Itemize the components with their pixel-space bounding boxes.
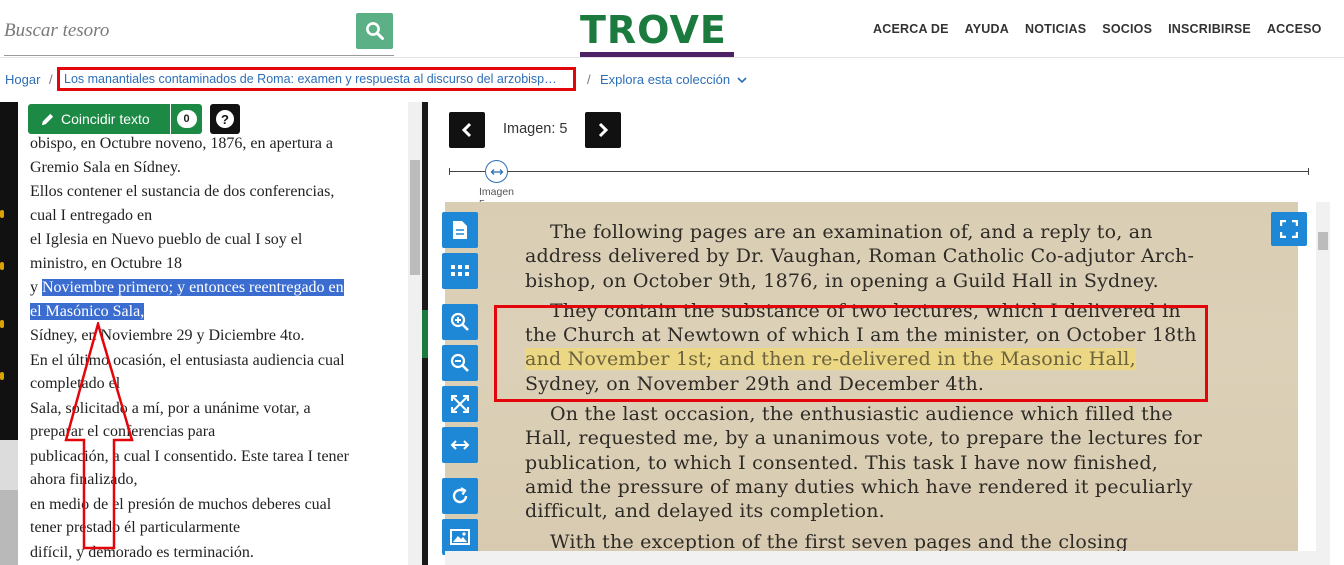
rotate-icon bbox=[452, 487, 468, 504]
chevron-right-icon bbox=[598, 122, 609, 138]
document-info-button[interactable] bbox=[442, 212, 478, 248]
pencil-icon bbox=[41, 113, 54, 125]
scrollbar-thumb[interactable] bbox=[1318, 232, 1328, 250]
nav-partners[interactable]: SOCIOS bbox=[1102, 22, 1152, 36]
fit-width-button[interactable] bbox=[442, 427, 478, 463]
main-nav: ACERCA DE AYUDA NOTICIAS SOCIOS INSCRIBI… bbox=[873, 22, 1338, 36]
left-edge-grey-dark bbox=[0, 490, 18, 565]
image-slider-handle[interactable] bbox=[485, 160, 508, 183]
site-header: TROVE ACERCA DE AYUDA NOTICIAS SOCIOS IN… bbox=[0, 0, 1344, 58]
search-input[interactable] bbox=[4, 18, 344, 44]
match-text-label: Coincidir texto bbox=[61, 111, 150, 127]
annotation-arrow-icon bbox=[64, 322, 134, 550]
grid-icon bbox=[451, 265, 469, 276]
ocr-line-highlighted[interactable]: y Noviembre primero; y entonces reentreg… bbox=[30, 276, 400, 323]
next-image-button[interactable] bbox=[585, 112, 621, 148]
scan-paragraph: On the last occasion, the enthusiastic a… bbox=[525, 403, 1203, 523]
ocr-line: Ellos contener el sustancia de dos confe… bbox=[30, 183, 335, 224]
search-button[interactable] bbox=[356, 13, 393, 49]
nav-about[interactable]: ACERCA DE bbox=[873, 22, 949, 36]
breadcrumb-home[interactable]: Hogar bbox=[5, 72, 40, 87]
strip-marker bbox=[0, 262, 4, 270]
count-badge: 0 bbox=[176, 110, 197, 128]
arrows-horizontal-icon bbox=[450, 440, 470, 450]
breadcrumb-separator: / bbox=[587, 72, 591, 87]
match-text-button[interactable]: Coincidir texto bbox=[28, 104, 170, 134]
expand-arrows-icon bbox=[451, 395, 469, 413]
chevron-left-icon bbox=[461, 122, 472, 138]
arrows-horizontal-icon bbox=[490, 168, 503, 175]
logo-underline bbox=[580, 52, 734, 57]
breadcrumb: Hogar / Los manantiales contaminados de … bbox=[0, 66, 1344, 94]
nav-news[interactable]: NOTICIAS bbox=[1025, 22, 1086, 36]
document-icon bbox=[453, 221, 467, 239]
nav-help[interactable]: AYUDA bbox=[965, 22, 1009, 36]
annotation-highlight-box bbox=[494, 305, 1208, 402]
trove-logo[interactable]: TROVE bbox=[580, 10, 736, 60]
nav-register[interactable]: INSCRIBIRSE bbox=[1168, 22, 1251, 36]
zoom-in-icon bbox=[450, 312, 469, 331]
ocr-highlight[interactable]: Noviembre primero; y entonces reentregad… bbox=[42, 279, 344, 296]
viewer-vertical-scrollbar[interactable] bbox=[1316, 202, 1330, 565]
breadcrumb-separator: / bbox=[49, 72, 53, 87]
help-button[interactable]: ? bbox=[210, 104, 240, 134]
rotate-button[interactable] bbox=[442, 478, 478, 514]
zoom-out-button[interactable] bbox=[442, 345, 478, 381]
breadcrumb-current-title[interactable]: Los manantiales contaminados de Roma: ex… bbox=[57, 67, 576, 91]
zoom-out-icon bbox=[450, 353, 469, 372]
fullscreen-icon bbox=[1280, 220, 1298, 238]
zoom-in-button[interactable] bbox=[442, 304, 478, 340]
nav-login[interactable]: ACCESO bbox=[1267, 22, 1322, 36]
scan-paragraph: The following pages are an examination o… bbox=[525, 221, 1195, 292]
ocr-line: obispo, en Octubre noveno, 1876, en aper… bbox=[30, 135, 334, 176]
ocr-highlight[interactable]: el Masónico Sala, bbox=[30, 302, 145, 320]
fit-page-button[interactable] bbox=[442, 386, 478, 422]
image-number-label: Imagen: 5 bbox=[503, 121, 568, 137]
strip-marker bbox=[0, 210, 4, 218]
fullscreen-button[interactable] bbox=[1271, 212, 1307, 246]
match-count: 0 bbox=[170, 104, 202, 134]
chevron-down-icon bbox=[737, 77, 747, 84]
help-icon: ? bbox=[216, 110, 234, 128]
logo-text: TROVE bbox=[580, 8, 727, 52]
slider-tick bbox=[1308, 168, 1309, 175]
strip-marker bbox=[0, 372, 4, 380]
image-icon bbox=[450, 529, 470, 545]
ocr-line: el Iglesia en Nuevo pueblo de cual I soy… bbox=[30, 231, 303, 272]
viewer-horizontal-scrollbar[interactable] bbox=[445, 551, 1330, 565]
search-bar bbox=[4, 12, 394, 56]
search-icon bbox=[365, 22, 384, 40]
text-panel-scrollbar[interactable] bbox=[408, 102, 422, 565]
previous-image-button[interactable] bbox=[449, 112, 485, 148]
image-slider-track[interactable] bbox=[450, 171, 1308, 172]
image-options-button[interactable] bbox=[442, 519, 478, 555]
text-toolbar: Coincidir texto 0 ? bbox=[28, 104, 240, 134]
explore-collection-label: Explora esta colección bbox=[600, 72, 731, 87]
strip-marker bbox=[0, 320, 4, 328]
scrollbar-thumb[interactable] bbox=[410, 160, 420, 275]
thumbnails-button[interactable] bbox=[442, 253, 478, 289]
explore-collection-link[interactable]: Explora esta colección bbox=[600, 72, 747, 87]
